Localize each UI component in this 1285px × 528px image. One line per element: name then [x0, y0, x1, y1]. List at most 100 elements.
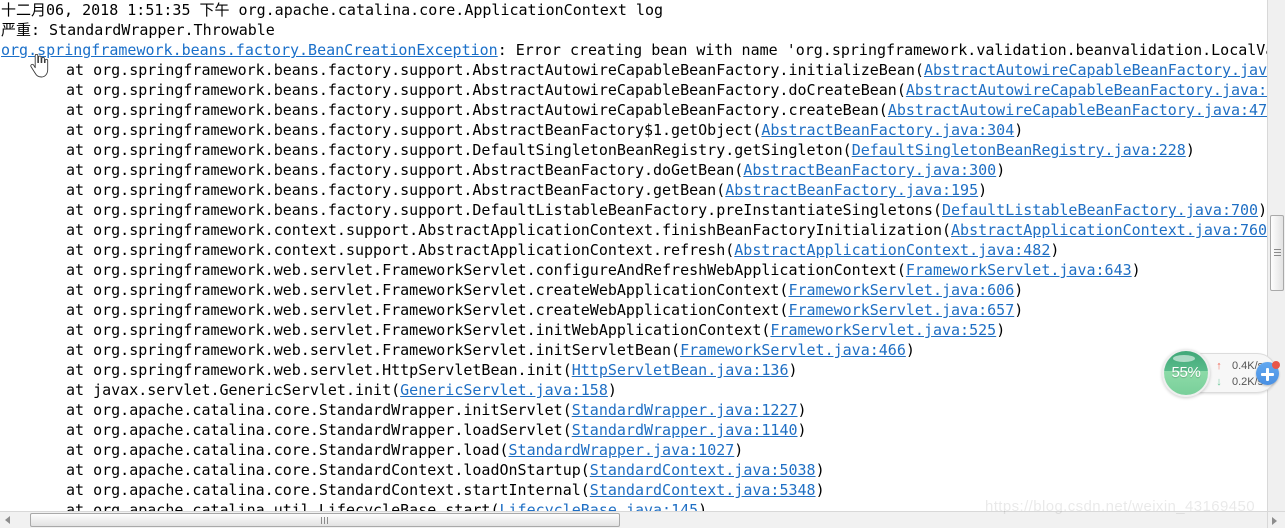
source-file-link[interactable]: AbstractBeanFactory.java:300 — [743, 161, 996, 179]
stack-frame-tail: ) — [978, 181, 988, 199]
stack-trace-line: at org.springframework.beans.factory.sup… — [0, 200, 1267, 220]
stack-frame-tail: ) — [698, 501, 708, 511]
stack-frame-text: at javax.servlet.GenericServlet.init( — [66, 381, 401, 399]
source-file-link[interactable]: LifecycleBase.java:145 — [499, 501, 698, 511]
vertical-scrollbar-thumb[interactable] — [1270, 215, 1284, 291]
stack-frame-text: at org.springframework.web.servlet.Frame… — [66, 261, 906, 279]
source-file-link[interactable]: AbstractAutowireCapableBeanFactory.java:… — [888, 101, 1267, 119]
stack-frame-tail: ) — [788, 361, 798, 379]
source-file-link[interactable]: StandardContext.java:5348 — [590, 481, 816, 499]
stack-frame-text: at org.springframework.context.support.A… — [66, 241, 735, 259]
scrollbar-corner — [1267, 511, 1285, 528]
scroll-left-arrow-icon[interactable] — [5, 516, 10, 524]
stack-frame-tail: ) — [1014, 301, 1024, 319]
stack-trace-line: at org.springframework.context.support.A… — [0, 220, 1267, 240]
stack-frame-text: at org.apache.catalina.util.LifecycleBas… — [66, 501, 500, 511]
scrollbar-grip-icon — [1274, 249, 1281, 256]
stack-frame-tail: ) — [1014, 281, 1024, 299]
vertical-scrollbar[interactable] — [1267, 0, 1285, 511]
source-file-link[interactable]: FrameworkServlet.java:643 — [906, 261, 1132, 279]
source-file-link[interactable]: FrameworkServlet.java:657 — [788, 301, 1014, 319]
source-file-link[interactable]: AbstractApplicationContext.java:482 — [734, 241, 1050, 259]
stack-frame-text: at org.apache.catalina.core.StandardWrap… — [66, 421, 572, 439]
console-window: 十二月06, 2018 1:51:35 下午 org.apache.catali… — [0, 0, 1285, 528]
exception-class-link[interactable]: org.springframework.beans.factory.BeanCr… — [1, 41, 498, 59]
source-file-link[interactable]: FrameworkServlet.java:606 — [788, 281, 1014, 299]
source-file-link[interactable]: AbstractAutowireCapableBeanFactory.java: — [906, 81, 1267, 99]
stack-trace-line: at org.springframework.beans.factory.sup… — [0, 160, 1267, 180]
stack-frame-tail: ) — [1050, 241, 1060, 259]
stack-frame-text: at org.springframework.beans.factory.sup… — [66, 61, 924, 79]
upload-arrow-icon: ↑ — [1216, 360, 1222, 372]
source-file-link[interactable]: StandardContext.java:5038 — [590, 461, 816, 479]
stack-trace-line: at org.apache.catalina.core.StandardCont… — [0, 480, 1267, 500]
stack-trace-line: at javax.servlet.GenericServlet.init(Gen… — [0, 380, 1267, 400]
stack-frame-text: at org.springframework.web.servlet.Frame… — [66, 301, 789, 319]
stack-frame-text: at org.springframework.beans.factory.sup… — [66, 141, 852, 159]
stack-frame-text: at org.apache.catalina.core.StandardWrap… — [66, 441, 509, 459]
stack-trace-line: at org.apache.catalina.core.StandardWrap… — [0, 440, 1267, 460]
scroll-right-arrow-icon[interactable] — [1272, 517, 1277, 525]
source-file-link[interactable]: StandardWrapper.java:1227 — [572, 401, 798, 419]
stack-frame-tail: ) — [996, 161, 1006, 179]
stack-trace-line: at org.springframework.beans.factory.sup… — [0, 140, 1267, 160]
source-file-link[interactable]: AbstractAutowireCapableBeanFactory.jav — [924, 61, 1267, 79]
source-file-link[interactable]: AbstractApplicationContext.java:760 — [951, 221, 1267, 239]
stack-frame-tail: ) — [905, 341, 915, 359]
source-file-link[interactable]: StandardWrapper.java:1140 — [572, 421, 798, 439]
console-output-area[interactable]: 十二月06, 2018 1:51:35 下午 org.apache.catali… — [0, 0, 1267, 511]
stack-frame-text: at org.apache.catalina.core.StandardWrap… — [66, 401, 572, 419]
stack-trace-line: at org.springframework.web.servlet.HttpS… — [0, 360, 1267, 380]
exception-header-line: org.springframework.beans.factory.BeanCr… — [0, 40, 1267, 60]
stack-frame-text: at org.springframework.web.servlet.Frame… — [66, 341, 681, 359]
stack-trace-line: at org.springframework.web.servlet.Frame… — [0, 280, 1267, 300]
stack-trace-line: at org.springframework.web.servlet.Frame… — [0, 340, 1267, 360]
stack-frame-text: at org.apache.catalina.core.StandardCont… — [66, 481, 590, 499]
stack-trace-line: at org.apache.catalina.core.StandardCont… — [0, 460, 1267, 480]
notification-badge — [1272, 361, 1280, 369]
stack-frame-tail: ) — [815, 481, 825, 499]
source-file-link[interactable]: AbstractBeanFactory.java:304 — [761, 121, 1014, 139]
stack-frame-text: at org.springframework.beans.factory.sup… — [66, 161, 744, 179]
stack-frame-tail: ) — [815, 461, 825, 479]
log-header-date: 十二月06, 2018 1:51:35 下午 org.apache.catali… — [1, 1, 664, 19]
source-file-link[interactable]: FrameworkServlet.java:525 — [770, 321, 996, 339]
memory-percent-label: 55% — [1171, 364, 1201, 381]
stack-trace-line: at org.springframework.beans.factory.sup… — [0, 60, 1267, 80]
stack-trace-line: at org.springframework.web.servlet.Frame… — [0, 320, 1267, 340]
stack-frame-text: at org.apache.catalina.core.StandardCont… — [66, 461, 590, 479]
stack-frame-tail: ) — [734, 441, 744, 459]
stack-trace-line: at org.springframework.beans.factory.sup… — [0, 120, 1267, 140]
exception-message: : Error creating bean with name 'org.spr… — [497, 41, 1267, 59]
stack-frame-tail: ) — [1131, 261, 1141, 279]
stack-trace-line: at org.springframework.web.servlet.Frame… — [0, 300, 1267, 320]
stack-frame-text: at org.springframework.beans.factory.sup… — [66, 101, 888, 119]
source-file-link[interactable]: HttpServletBean.java:136 — [572, 361, 789, 379]
stack-trace-line: at org.springframework.beans.factory.sup… — [0, 80, 1267, 100]
horizontal-scrollbar-thumb[interactable] — [30, 513, 620, 527]
stack-frame-tail: ) — [797, 421, 807, 439]
stack-frame-tail: ) — [1258, 201, 1267, 219]
stack-trace-line: at org.springframework.beans.factory.sup… — [0, 100, 1267, 120]
source-file-link[interactable]: AbstractBeanFactory.java:195 — [725, 181, 978, 199]
stack-frame-text: at org.springframework.beans.factory.sup… — [66, 81, 906, 99]
source-file-link[interactable]: DefaultSingletonBeanRegistry.java:228 — [852, 141, 1186, 159]
stack-trace-list: at org.springframework.beans.factory.sup… — [0, 60, 1267, 511]
source-file-link[interactable]: DefaultListableBeanFactory.java:700 — [942, 201, 1258, 219]
source-file-link[interactable]: GenericServlet.java:158 — [400, 381, 608, 399]
stack-trace-line: at org.springframework.beans.factory.sup… — [0, 180, 1267, 200]
stack-frame-text: at org.springframework.beans.factory.sup… — [66, 121, 762, 139]
add-button[interactable] — [1256, 361, 1280, 385]
stack-frame-text: at org.springframework.context.support.A… — [66, 221, 952, 239]
network-speed-widget[interactable]: 55% ↑ 0.4K/s ↓ 0.2K/s — [1162, 349, 1280, 397]
memory-usage-gauge[interactable]: 55% — [1162, 349, 1210, 397]
source-file-link[interactable]: StandardWrapper.java:1027 — [509, 441, 735, 459]
log-header-severity: 严重: StandardWrapper.Throwable — [1, 21, 275, 39]
stack-frame-tail: ) — [607, 381, 617, 399]
plus-icon-vertical — [1266, 367, 1269, 381]
download-arrow-icon: ↓ — [1216, 376, 1222, 388]
watermark: https://blog.csdn.net/weixin_43169450 — [985, 498, 1255, 515]
mouse-cursor-hand-icon — [29, 53, 49, 78]
stack-frame-tail: ) — [1185, 141, 1195, 159]
source-file-link[interactable]: FrameworkServlet.java:466 — [680, 341, 906, 359]
